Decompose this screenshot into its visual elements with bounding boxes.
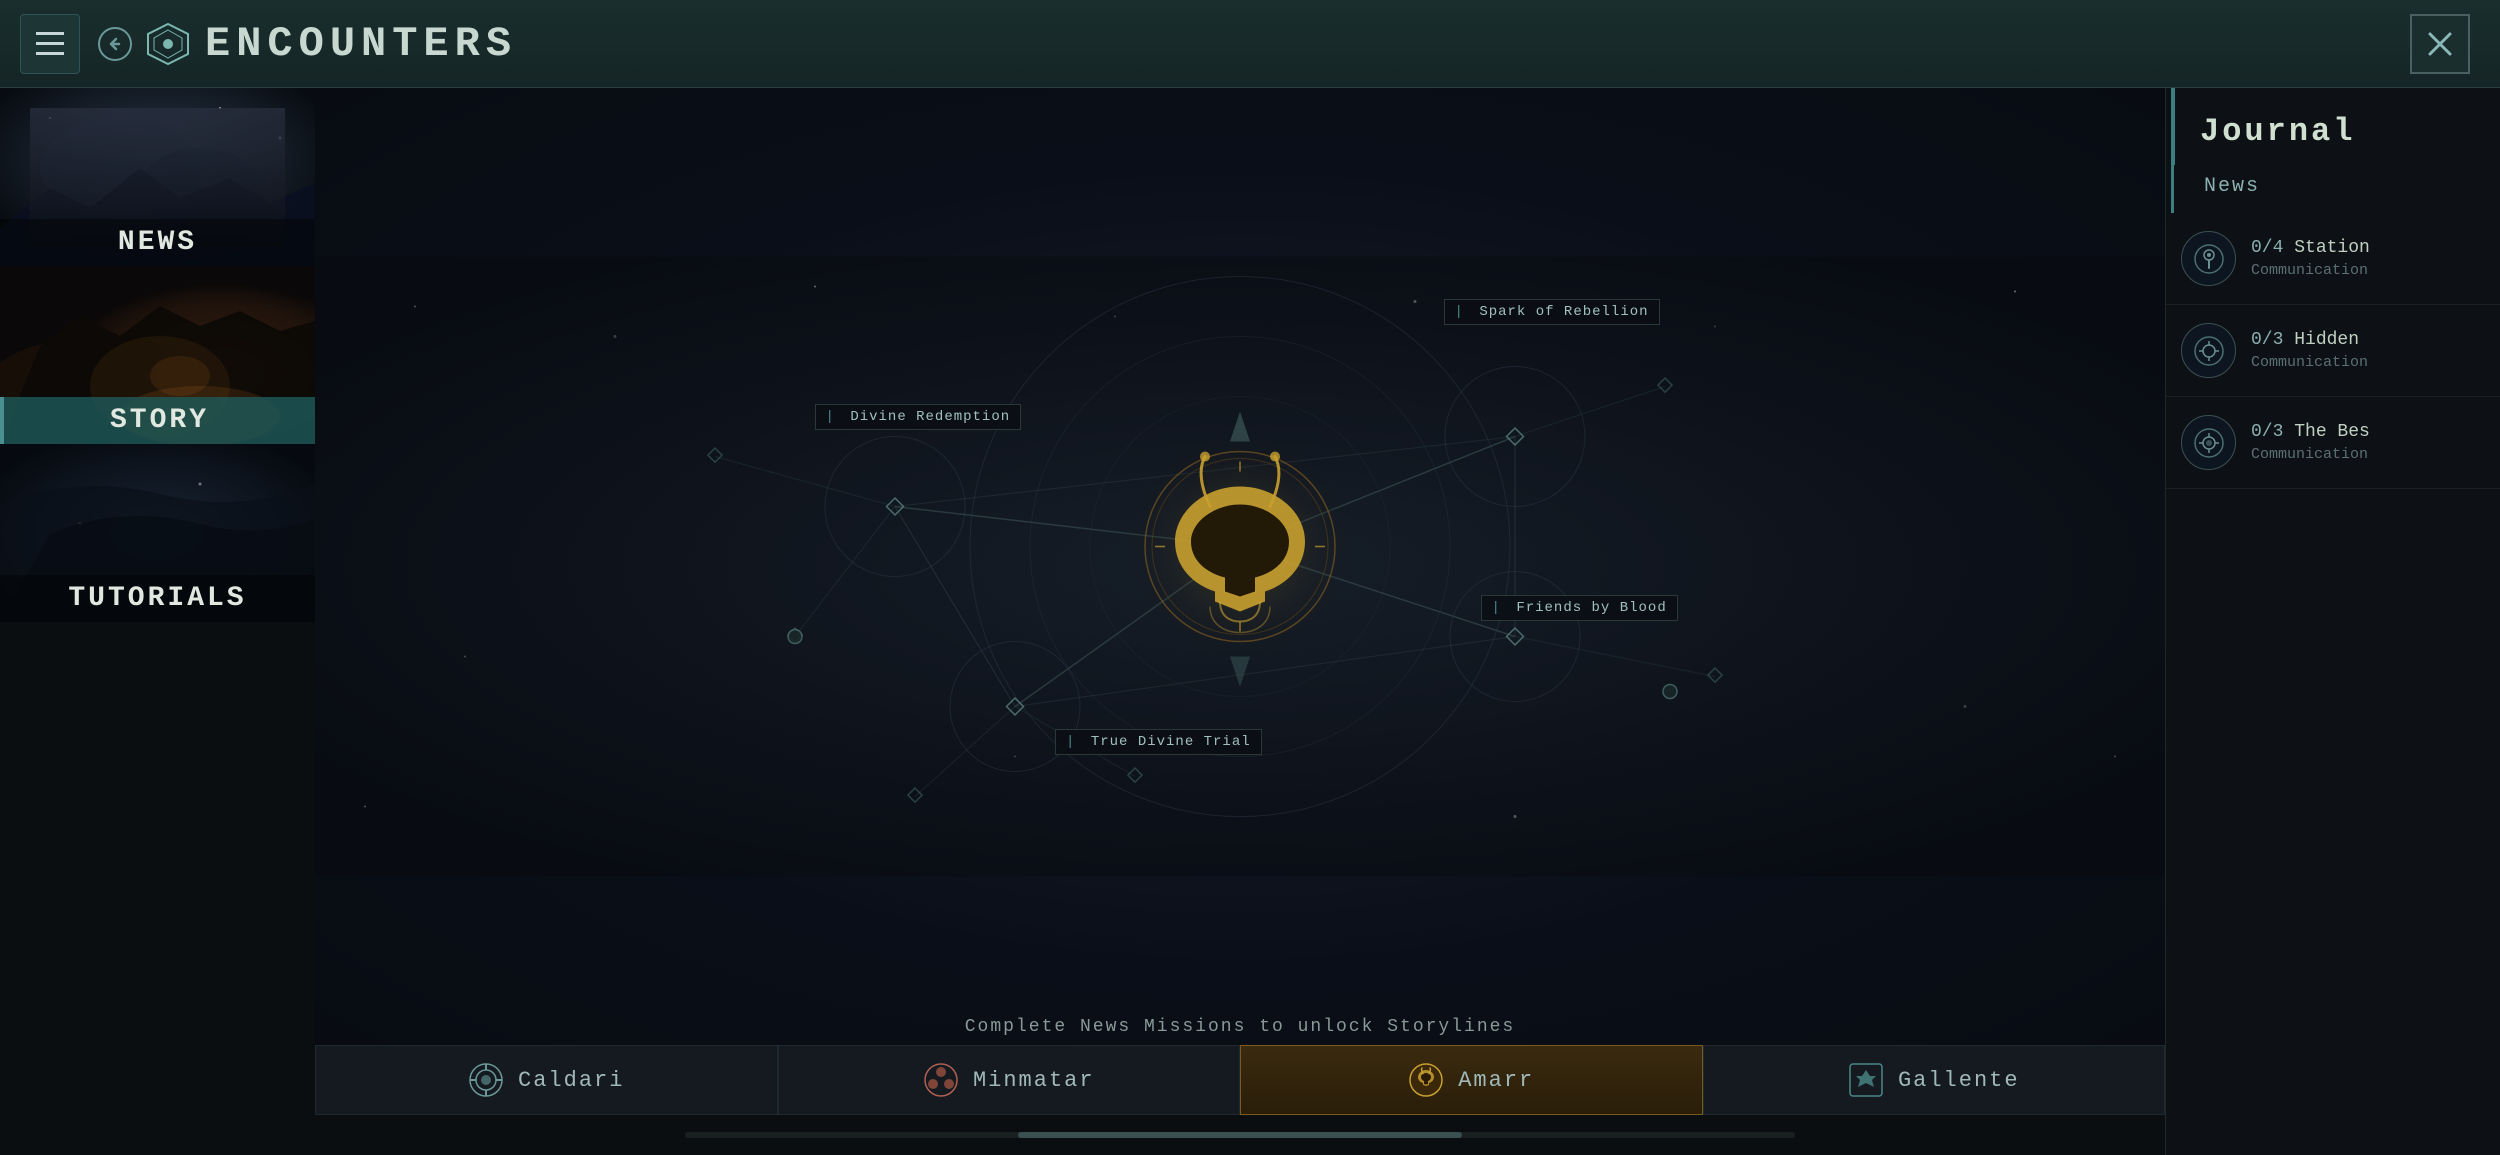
gallente-label: Gallente (1898, 1068, 2020, 1093)
journal-hidden-title: 0/3 Hidden (2251, 330, 2485, 350)
scrollbar-track (685, 1132, 1795, 1138)
faction-bar: Caldari Minmatar (315, 1045, 2165, 1115)
sidebar-item-story[interactable]: Story (0, 266, 315, 444)
faction-minmatar-button[interactable]: Minmatar (778, 1045, 1241, 1115)
journal-station-subtitle: Communication (2251, 262, 2485, 279)
header: ENCOUNTERS (0, 0, 2500, 88)
journal-item-hidden[interactable]: 0/3 Hidden Communication (2166, 305, 2500, 397)
amarr-label: Amarr (1458, 1068, 1534, 1093)
scrollbar-thumb[interactable] (1018, 1132, 1462, 1138)
sidebar-news-label: News (0, 219, 315, 266)
completion-text: Complete News Missions to unlock Storyli… (965, 1017, 1515, 1037)
encounters-logo-icon (143, 19, 193, 69)
journal-best-icon (2181, 415, 2236, 470)
amarr-icon (1408, 1062, 1444, 1098)
minmatar-icon (923, 1062, 959, 1098)
journal-station-text: 0/4 Station Communication (2251, 238, 2485, 279)
back-icon[interactable] (95, 24, 135, 64)
journal-best-text: 0/3 The Bes Communication (2251, 422, 2485, 463)
gallente-icon (1848, 1062, 1884, 1098)
journal-header: Journal (2171, 88, 2500, 165)
sidebar-tutorials-label: Tutorials (0, 575, 315, 622)
journal-best-title: 0/3 The Bes (2251, 422, 2485, 442)
minmatar-label: Minmatar (973, 1068, 1095, 1093)
journal-item-best[interactable]: 0/3 The Bes Communication (2166, 397, 2500, 489)
journal-item-station[interactable]: 0/4 Station Communication (2166, 213, 2500, 305)
journal-hidden-subtitle: Communication (2251, 354, 2485, 371)
journal-station-title: 0/4 Station (2251, 238, 2485, 258)
journal-news-label: News (2171, 165, 2500, 213)
sidebar-story-label: Story (0, 397, 315, 444)
page-title: ENCOUNTERS (205, 20, 517, 68)
faction-caldari-button[interactable]: Caldari (315, 1045, 778, 1115)
mission-map: Divine Redemption Spark of Rebellion Fri… (315, 88, 2165, 1045)
caldari-icon (468, 1062, 504, 1098)
journal-hidden-text: 0/3 Hidden Communication (2251, 330, 2485, 371)
right-panel: Journal News 0/4 Station Communication (2165, 88, 2500, 1155)
sidebar-item-news[interactable]: News (0, 88, 315, 266)
journal-station-icon (2181, 231, 2236, 286)
faction-amarr-button[interactable]: Amarr (1240, 1045, 1703, 1115)
faction-gallente-button[interactable]: Gallente (1703, 1045, 2166, 1115)
journal-hidden-icon (2181, 323, 2236, 378)
sidebar-item-tutorials[interactable]: Tutorials (0, 444, 315, 622)
hamburger-button[interactable] (20, 14, 80, 74)
close-button[interactable] (2410, 14, 2470, 74)
scrollbar[interactable] (315, 1115, 2165, 1155)
journal-best-subtitle: Communication (2251, 446, 2485, 463)
main-content: Divine Redemption Spark of Rebellion Fri… (315, 88, 2165, 1115)
caldari-label: Caldari (518, 1068, 624, 1093)
left-sidebar: News (0, 88, 315, 1155)
